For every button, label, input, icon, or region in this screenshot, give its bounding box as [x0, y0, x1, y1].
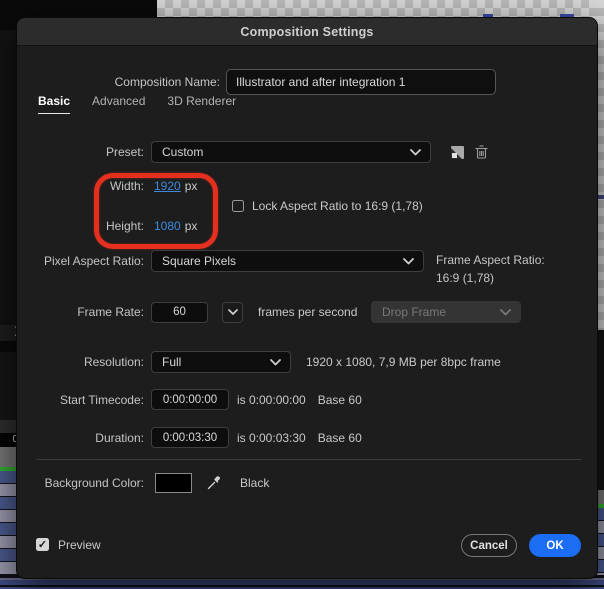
background-timeline-rows	[597, 508, 604, 575]
height-unit: px	[184, 219, 198, 233]
resolution-info: 1920 x 1080, 7,9 MB per 8bpc frame	[306, 355, 501, 369]
tab-bar: Basic Advanced 3D Renderer	[38, 94, 236, 114]
chevron-down-icon	[410, 148, 421, 156]
background-color-name: Black	[240, 476, 270, 490]
dialog-title: Composition Settings	[240, 24, 374, 39]
start-timecode-base: Base 60	[317, 392, 362, 407]
resolution-dropdown[interactable]: Full	[151, 351, 291, 373]
composition-name-input[interactable]: Illustrator and after integration 1	[226, 69, 496, 95]
background-color-swatch[interactable]	[155, 473, 192, 493]
eyedropper-icon[interactable]	[206, 475, 222, 491]
pixel-aspect-ratio-dropdown[interactable]: Square Pixels	[151, 250, 424, 272]
timecode-style-dropdown: Drop Frame	[371, 301, 521, 323]
section-divider	[36, 459, 581, 460]
composition-settings-dialog: Composition Settings Composition Name: I…	[16, 17, 598, 579]
duration-label: Duration:	[95, 430, 144, 445]
width-label: Width:	[109, 179, 144, 193]
width-unit: px	[184, 179, 198, 193]
pixel-aspect-ratio-label: Pixel Aspect Ratio:	[43, 254, 144, 268]
chevron-down-icon	[270, 358, 281, 366]
chevron-down-icon	[500, 308, 511, 316]
start-timecode-info: is 0:00:00:00	[237, 392, 306, 407]
start-timecode-input[interactable]: 0:00:00:00	[151, 389, 229, 410]
background-color-label: Background Color:	[44, 476, 144, 490]
height-label: Height:	[105, 219, 144, 233]
cancel-button[interactable]: Cancel	[461, 534, 517, 557]
resolution-label: Resolution:	[83, 355, 144, 369]
preset-value: Custom	[162, 145, 204, 159]
chevron-down-icon	[227, 309, 238, 315]
duration-input[interactable]: 0:00:03:30	[151, 427, 229, 448]
preset-dropdown[interactable]: Custom	[151, 141, 431, 163]
screen: ) 0 Composition Settings Composition Nam…	[0, 0, 604, 589]
preview-checkbox[interactable]	[36, 538, 49, 551]
frame-rate-label: Frame Rate:	[77, 305, 144, 319]
preset-label: Preset:	[105, 145, 144, 159]
duration-info: is 0:00:03:30	[237, 430, 306, 445]
lock-aspect-ratio-label: Lock Aspect Ratio to 16:9 (1,78)	[252, 198, 423, 213]
delete-preset-trash-icon[interactable]	[475, 145, 488, 159]
ok-button[interactable]: OK	[529, 534, 581, 557]
frame-aspect-ratio-value: 16:9 (1,78)	[436, 271, 495, 285]
width-value[interactable]: 1920	[154, 179, 181, 193]
chevron-down-icon	[403, 257, 414, 265]
composition-name-label: Composition Name:	[114, 75, 220, 89]
frame-rate-dropdown-button[interactable]	[222, 301, 243, 323]
timecode-style-value: Drop Frame	[382, 305, 447, 319]
frame-rate-input[interactable]: 60	[151, 301, 208, 323]
start-timecode-label: Start Timecode:	[59, 392, 144, 407]
save-preset-icon[interactable]	[451, 145, 464, 159]
tab-advanced[interactable]: Advanced	[92, 94, 145, 114]
preview-label: Preview	[58, 537, 101, 552]
tab-3d-renderer[interactable]: 3D Renderer	[167, 94, 236, 114]
frame-aspect-ratio-info: Frame Aspect Ratio: 16:9 (1,78)	[436, 251, 545, 287]
frame-aspect-ratio-label: Frame Aspect Ratio:	[436, 253, 545, 267]
background-right-strip	[597, 330, 604, 575]
background-layer-bar	[597, 195, 604, 199]
tab-basic[interactable]: Basic	[38, 94, 71, 114]
pixel-aspect-ratio-value: Square Pixels	[162, 254, 237, 268]
lock-aspect-ratio-checkbox[interactable]	[232, 199, 244, 212]
frame-rate-unit-label: frames per second	[258, 305, 358, 319]
height-value[interactable]: 1080	[154, 219, 181, 233]
resolution-value: Full	[162, 355, 182, 369]
duration-base: Base 60	[317, 430, 362, 445]
dialog-titlebar[interactable]: Composition Settings	[17, 18, 597, 46]
transparency-checkerboard	[597, 0, 604, 330]
